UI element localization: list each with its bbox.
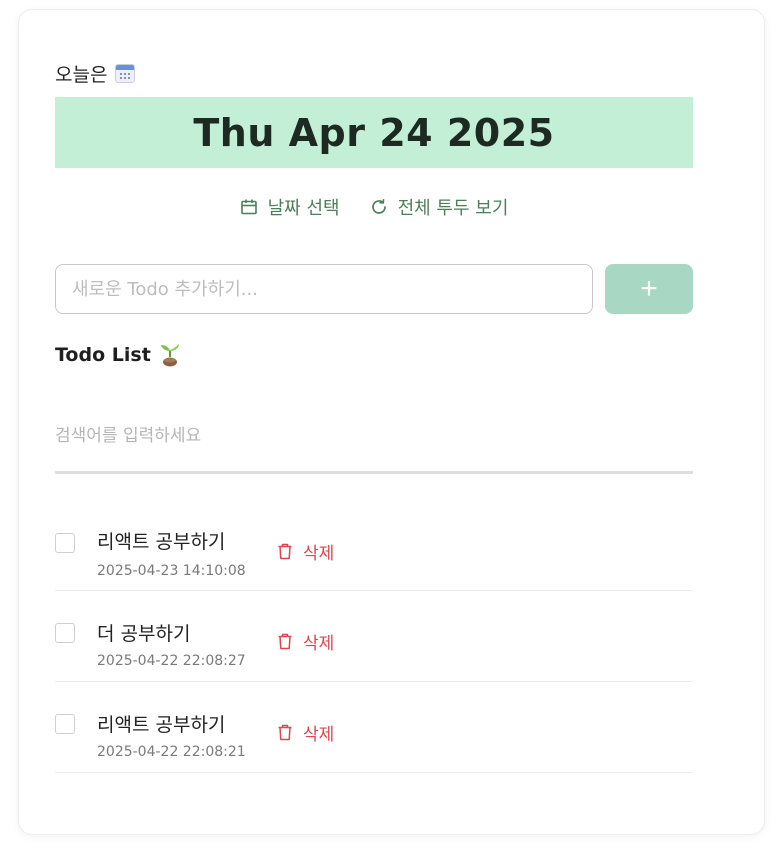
todo-checkbox[interactable]: [55, 533, 75, 553]
plus-icon: +: [640, 272, 658, 305]
todo-item: 리액트 공부하기 2025-04-22 22:08:21 삭제: [55, 682, 693, 773]
todo-item: 리액트 공부하기 2025-04-23 14:10:08 삭제: [55, 500, 693, 591]
seedling-icon: [160, 344, 179, 367]
todo-item: 더 공부하기 2025-04-22 22:08:27 삭제: [55, 591, 693, 682]
todo-timestamp: 2025-04-23 14:10:08: [97, 563, 246, 579]
delete-label: 삭제: [303, 544, 335, 564]
todo-timestamp: 2025-04-22 22:08:21: [97, 744, 246, 760]
current-date: Thu Apr 24 2025: [193, 110, 555, 155]
trash-icon: [278, 543, 292, 560]
today-label-text: 오늘은: [55, 64, 108, 86]
todo-timestamp: 2025-04-22 22:08:27: [97, 653, 246, 669]
trash-icon: [278, 724, 292, 741]
todo-text: 리액트 공부하기: [97, 714, 226, 736]
todo-list-title-text: Todo List: [55, 344, 151, 366]
search-input[interactable]: [55, 420, 693, 452]
refresh-icon: [371, 198, 386, 214]
search-box: [55, 420, 693, 474]
delete-button[interactable]: 삭제: [277, 629, 334, 654]
view-all-button[interactable]: 전체 투두 보기: [370, 194, 509, 220]
todo-checkbox[interactable]: [55, 623, 75, 643]
todo-list: 리액트 공부하기 2025-04-23 14:10:08 삭제 더 공부하기 2…: [55, 500, 693, 773]
select-date-button[interactable]: 날짜 선택: [240, 194, 340, 220]
add-todo-form: +: [55, 264, 693, 314]
view-all-label: 전체 투두 보기: [397, 198, 509, 219]
todo-text: 리액트 공부하기: [97, 531, 226, 553]
todo-list-title: Todo List: [55, 343, 181, 367]
delete-label: 삭제: [303, 634, 335, 654]
todo-text: 더 공부하기: [97, 623, 191, 645]
trash-icon: [278, 633, 292, 650]
delete-button[interactable]: 삭제: [277, 539, 334, 564]
delete-label: 삭제: [303, 725, 335, 745]
today-label: 오늘은: [55, 60, 136, 87]
add-todo-button[interactable]: +: [605, 264, 693, 314]
date-banner: Thu Apr 24 2025: [55, 97, 693, 168]
new-todo-input[interactable]: [55, 264, 593, 314]
delete-button[interactable]: 삭제: [277, 720, 334, 745]
calendar-emoji-icon: [115, 64, 136, 83]
date-actions: 날짜 선택 전체 투두 보기: [55, 194, 693, 220]
todo-checkbox[interactable]: [55, 714, 75, 734]
calendar-icon: [240, 199, 257, 215]
select-date-label: 날짜 선택: [267, 198, 340, 219]
